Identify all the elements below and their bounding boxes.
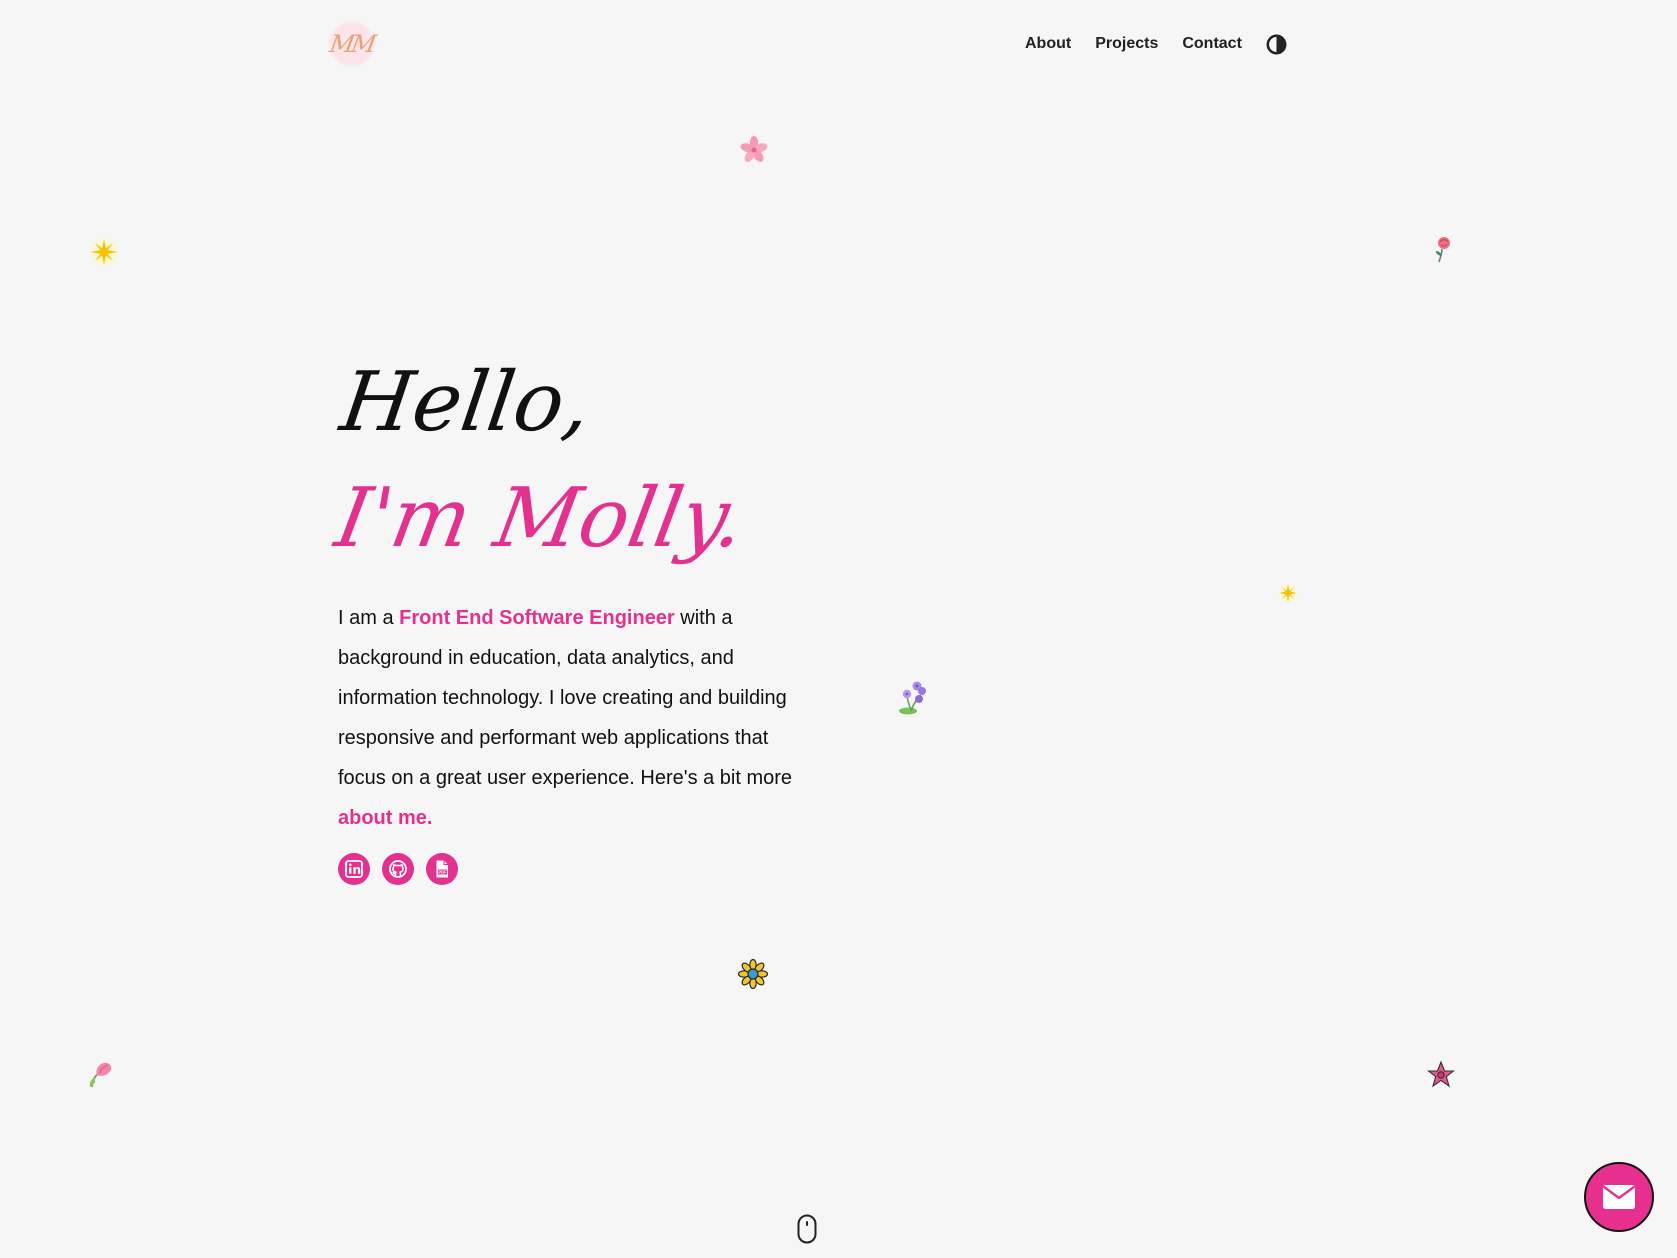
name-heading: I'm Molly. bbox=[328, 471, 752, 566]
github-button[interactable] bbox=[382, 853, 414, 885]
contrast-icon[interactable] bbox=[1266, 34, 1287, 55]
github-icon bbox=[389, 860, 407, 878]
pdf-resume-icon: PDF bbox=[436, 860, 448, 878]
linkedin-icon bbox=[345, 860, 363, 878]
tulip-icon bbox=[89, 1062, 112, 1088]
about-me-link[interactable]: about me. bbox=[338, 807, 432, 829]
pink-flower-icon bbox=[740, 136, 768, 162]
resume-button[interactable]: PDF bbox=[426, 853, 458, 885]
intro-body: with a background in education, data ana… bbox=[338, 607, 793, 789]
site-logo[interactable]: MM bbox=[327, 21, 377, 67]
nav-contact[interactable]: Contact bbox=[1182, 33, 1242, 55]
greeting-heading: Hello, bbox=[335, 355, 597, 450]
sun-sparkle-icon bbox=[90, 238, 118, 266]
logo-text: MM bbox=[327, 30, 377, 58]
nav-projects[interactable]: Projects bbox=[1095, 33, 1158, 55]
rose-icon bbox=[1436, 237, 1450, 263]
contact-fab-button[interactable] bbox=[1584, 1162, 1654, 1232]
small-sparkle-icon bbox=[1278, 583, 1298, 603]
main-nav: About Projects Contact bbox=[1025, 33, 1287, 55]
envelope-icon bbox=[1602, 1185, 1636, 1209]
intro-paragraph: I am a Front End Software Engineer with … bbox=[338, 598, 808, 838]
violet-flower-icon bbox=[899, 681, 926, 715]
mouse-scroll-icon[interactable] bbox=[797, 1214, 817, 1244]
nav-about[interactable]: About bbox=[1025, 33, 1071, 55]
sunflower-icon bbox=[738, 959, 768, 989]
social-links: PDF bbox=[338, 853, 458, 885]
svg-text:PDF: PDF bbox=[438, 870, 447, 875]
linkedin-button[interactable] bbox=[338, 853, 370, 885]
intro-prefix: I am a bbox=[338, 607, 400, 629]
intro-role: Front End Software Engineer bbox=[399, 607, 675, 629]
star-flower-icon bbox=[1427, 1060, 1455, 1088]
